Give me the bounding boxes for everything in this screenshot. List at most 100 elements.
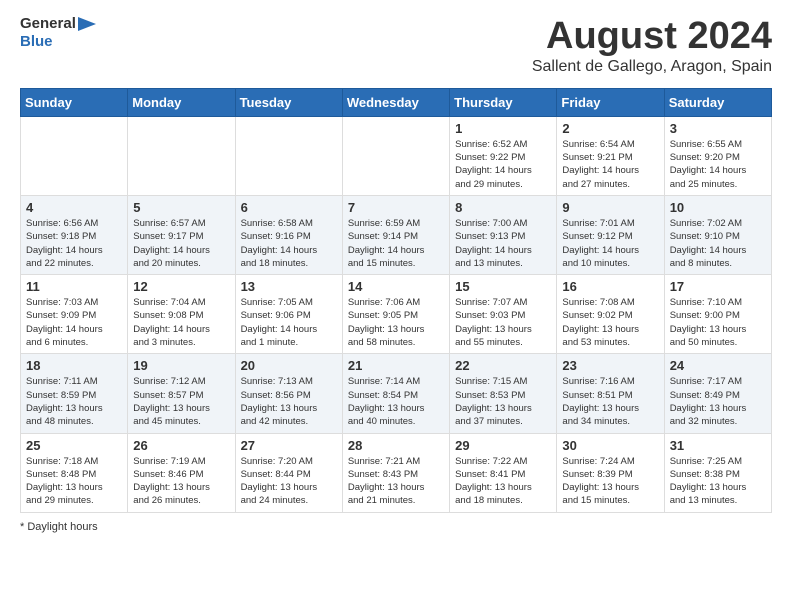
- day-number-14: 14: [348, 279, 444, 294]
- week-row-2: 4Sunrise: 6:56 AM Sunset: 9:18 PM Daylig…: [21, 195, 772, 274]
- day-number-1: 1: [455, 121, 551, 136]
- footer-text: Daylight hours: [27, 521, 97, 533]
- calendar-cell-0-3: [342, 116, 449, 195]
- day-info-24: Sunrise: 7:17 AM Sunset: 8:49 PM Dayligh…: [670, 375, 766, 428]
- week-row-5: 25 Sunrise: 7:18 AM Sunset: 8:48 PM Dayli…: [21, 433, 772, 512]
- day-number-12: 12: [133, 279, 229, 294]
- day-number-29: 29: [455, 438, 551, 453]
- day-number-21: 21: [348, 358, 444, 373]
- calendar-cell-1-1: 5 Sunrise: 6:57 AM Sunset: 9:17 PM Daylig…: [128, 195, 235, 274]
- calendar-cell-3-2: 20 Sunrise: 7:13 AM Sunset: 8:56 PM Dayli…: [235, 354, 342, 433]
- day-info-10: Sunrise: 7:02 AM Sunset: 9:10 PM Dayligh…: [670, 217, 766, 270]
- calendar-cell-0-5: 2Sunrise: 6:54 AM Sunset: 9:21 PM Daylig…: [557, 116, 664, 195]
- week-row-1: 1 Sunrise: 6:52 AM Sunset: 9:22 PM Daylig…: [21, 116, 772, 195]
- page-subtitle: Sallent de Gallego, Aragon, Spain: [532, 58, 772, 76]
- calendar-cell-0-2: [235, 116, 342, 195]
- calendar-cell-4-1: 26Sunrise: 7:19 AM Sunset: 8:46 PM Dayli…: [128, 433, 235, 512]
- header-tuesday: Tuesday: [235, 88, 342, 116]
- day-info-9: Sunrise: 7:01 AM Sunset: 9:12 PM Dayligh…: [562, 217, 658, 270]
- day-number-5: 5: [133, 200, 229, 215]
- day-number-11: 11: [26, 279, 122, 294]
- day-info-1: Sunrise: 6:52 AM Sunset: 9:22 PM Dayligh…: [455, 138, 551, 191]
- calendar-cell-0-1: [128, 116, 235, 195]
- day-number-17: 17: [670, 279, 766, 294]
- day-info-14: Sunrise: 7:06 AM Sunset: 9:05 PM Dayligh…: [348, 296, 444, 349]
- header-monday: Monday: [128, 88, 235, 116]
- calendar-cell-1-4: 8Sunrise: 7:00 AM Sunset: 9:13 PM Daylig…: [450, 195, 557, 274]
- calendar-cell-1-0: 4Sunrise: 6:56 AM Sunset: 9:18 PM Daylig…: [21, 195, 128, 274]
- calendar-cell-4-2: 27 Sunrise: 7:20 AM Sunset: 8:44 PM Dayli…: [235, 433, 342, 512]
- day-info-6: Sunrise: 6:58 AM Sunset: 9:16 PM Dayligh…: [241, 217, 337, 270]
- calendar-cell-3-5: 23Sunrise: 7:16 AM Sunset: 8:51 PM Dayli…: [557, 354, 664, 433]
- day-info-26: Sunrise: 7:19 AM Sunset: 8:46 PM Dayligh…: [133, 455, 229, 508]
- calendar-cell-2-2: 13 Sunrise: 7:05 AM Sunset: 9:06 PM Dayli…: [235, 275, 342, 354]
- calendar-cell-2-3: 14 Sunrise: 7:06 AM Sunset: 9:05 PM Dayli…: [342, 275, 449, 354]
- day-number-13: 13: [241, 279, 337, 294]
- calendar-cell-1-3: 7 Sunrise: 6:59 AM Sunset: 9:14 PM Daylig…: [342, 195, 449, 274]
- day-number-27: 27: [241, 438, 337, 453]
- logo-container: General Blue: [20, 16, 96, 50]
- calendar-cell-0-0: [21, 116, 128, 195]
- day-number-23: 23: [562, 358, 658, 373]
- day-info-29: Sunrise: 7:22 AM Sunset: 8:41 PM Dayligh…: [455, 455, 551, 508]
- calendar-cell-0-6: 3Sunrise: 6:55 AM Sunset: 9:20 PM Daylig…: [664, 116, 771, 195]
- day-info-19: Sunrise: 7:12 AM Sunset: 8:57 PM Dayligh…: [133, 375, 229, 428]
- calendar-cell-1-5: 9 Sunrise: 7:01 AM Sunset: 9:12 PM Daylig…: [557, 195, 664, 274]
- day-number-24: 24: [670, 358, 766, 373]
- calendar-cell-0-4: 1 Sunrise: 6:52 AM Sunset: 9:22 PM Daylig…: [450, 116, 557, 195]
- day-info-16: Sunrise: 7:08 AM Sunset: 9:02 PM Dayligh…: [562, 296, 658, 349]
- calendar-cell-4-0: 25 Sunrise: 7:18 AM Sunset: 8:48 PM Dayli…: [21, 433, 128, 512]
- calendar-cell-2-4: 15 Sunrise: 7:07 AM Sunset: 9:03 PM Dayli…: [450, 275, 557, 354]
- calendar-cell-1-2: 6 Sunrise: 6:58 AM Sunset: 9:16 PM Daylig…: [235, 195, 342, 274]
- calendar-cell-3-1: 19 Sunrise: 7:12 AM Sunset: 8:57 PM Dayli…: [128, 354, 235, 433]
- day-info-27: Sunrise: 7:20 AM Sunset: 8:44 PM Dayligh…: [241, 455, 337, 508]
- day-info-5: Sunrise: 6:57 AM Sunset: 9:17 PM Dayligh…: [133, 217, 229, 270]
- header: General Blue August 2024 Sallent de Gall…: [20, 16, 772, 76]
- day-number-3: 3: [670, 121, 766, 136]
- day-number-16: 16: [562, 279, 658, 294]
- day-number-15: 15: [455, 279, 551, 294]
- day-info-17: Sunrise: 7:10 AM Sunset: 9:00 PM Dayligh…: [670, 296, 766, 349]
- day-number-4: 4: [26, 200, 122, 215]
- day-info-7: Sunrise: 6:59 AM Sunset: 9:14 PM Dayligh…: [348, 217, 444, 270]
- header-wednesday: Wednesday: [342, 88, 449, 116]
- calendar-cell-3-6: 24 Sunrise: 7:17 AM Sunset: 8:49 PM Dayli…: [664, 354, 771, 433]
- day-number-25: 25: [26, 438, 122, 453]
- day-info-12: Sunrise: 7:04 AM Sunset: 9:08 PM Dayligh…: [133, 296, 229, 349]
- day-number-28: 28: [348, 438, 444, 453]
- calendar-cell-4-3: 28 Sunrise: 7:21 AM Sunset: 8:43 PM Dayli…: [342, 433, 449, 512]
- logo-general-text: General: [20, 16, 76, 33]
- calendar-header-row: SundayMondayTuesdayWednesdayThursdayFrid…: [21, 88, 772, 116]
- day-info-11: Sunrise: 7:03 AM Sunset: 9:09 PM Dayligh…: [26, 296, 122, 349]
- calendar-cell-2-5: 16 Sunrise: 7:08 AM Sunset: 9:02 PM Dayli…: [557, 275, 664, 354]
- week-row-3: 11 Sunrise: 7:03 AM Sunset: 9:09 PM Dayli…: [21, 275, 772, 354]
- header-saturday: Saturday: [664, 88, 771, 116]
- day-number-10: 10: [670, 200, 766, 215]
- day-info-18: Sunrise: 7:11 AM Sunset: 8:59 PM Dayligh…: [26, 375, 122, 428]
- day-info-31: Sunrise: 7:25 AM Sunset: 8:38 PM Dayligh…: [670, 455, 766, 508]
- day-number-20: 20: [241, 358, 337, 373]
- calendar-cell-1-6: 10 Sunrise: 7:02 AM Sunset: 9:10 PM Dayli…: [664, 195, 771, 274]
- day-info-28: Sunrise: 7:21 AM Sunset: 8:43 PM Dayligh…: [348, 455, 444, 508]
- calendar-cell-3-0: 18 Sunrise: 7:11 AM Sunset: 8:59 PM Dayli…: [21, 354, 128, 433]
- day-info-25: Sunrise: 7:18 AM Sunset: 8:48 PM Dayligh…: [26, 455, 122, 508]
- day-info-15: Sunrise: 7:07 AM Sunset: 9:03 PM Dayligh…: [455, 296, 551, 349]
- day-info-20: Sunrise: 7:13 AM Sunset: 8:56 PM Dayligh…: [241, 375, 337, 428]
- calendar-cell-4-6: 31Sunrise: 7:25 AM Sunset: 8:38 PM Dayli…: [664, 433, 771, 512]
- logo: General Blue: [20, 16, 96, 50]
- day-info-22: Sunrise: 7:15 AM Sunset: 8:53 PM Dayligh…: [455, 375, 551, 428]
- day-info-8: Sunrise: 7:00 AM Sunset: 9:13 PM Dayligh…: [455, 217, 551, 270]
- calendar-cell-3-4: 22Sunrise: 7:15 AM Sunset: 8:53 PM Dayli…: [450, 354, 557, 433]
- day-number-6: 6: [241, 200, 337, 215]
- day-number-7: 7: [348, 200, 444, 215]
- title-area: August 2024 Sallent de Gallego, Aragon, …: [532, 16, 772, 76]
- calendar-cell-3-3: 21Sunrise: 7:14 AM Sunset: 8:54 PM Dayli…: [342, 354, 449, 433]
- day-info-2: Sunrise: 6:54 AM Sunset: 9:21 PM Dayligh…: [562, 138, 658, 191]
- day-number-18: 18: [26, 358, 122, 373]
- day-number-19: 19: [133, 358, 229, 373]
- footer-note: * Daylight hours: [20, 521, 772, 533]
- day-number-9: 9: [562, 200, 658, 215]
- calendar-table: SundayMondayTuesdayWednesdayThursdayFrid…: [20, 88, 772, 513]
- calendar-cell-2-0: 11 Sunrise: 7:03 AM Sunset: 9:09 PM Dayli…: [21, 275, 128, 354]
- day-info-13: Sunrise: 7:05 AM Sunset: 9:06 PM Dayligh…: [241, 296, 337, 349]
